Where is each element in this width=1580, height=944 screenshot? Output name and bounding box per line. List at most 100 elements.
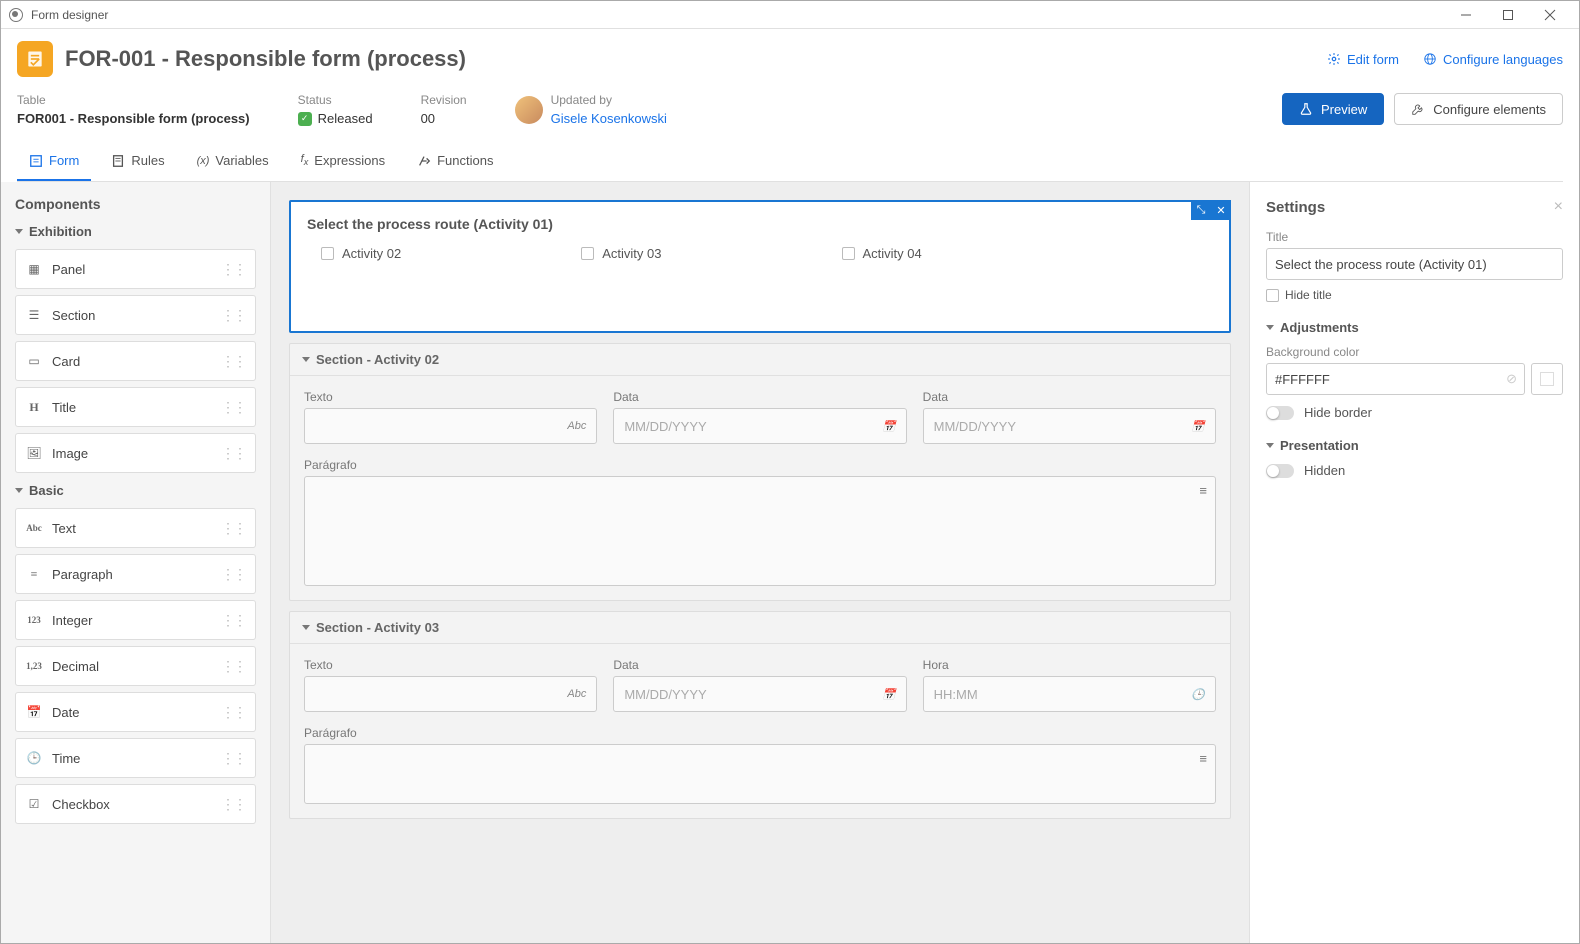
section-03-title: Section - Activity 03	[316, 620, 439, 635]
field-data-1[interactable]: Data MM/DD/YYYY📅	[613, 390, 906, 444]
header: FOR-001 - Responsible form (process) Edi…	[1, 29, 1579, 182]
expressions-icon: fx	[301, 153, 309, 167]
hidden-toggle[interactable]: Hidden	[1266, 463, 1563, 478]
checkbox-icon: ☑	[26, 797, 42, 812]
panel-delete-button[interactable]: ✕	[1211, 200, 1231, 220]
field-paragrafo[interactable]: Parágrafo ≡	[304, 458, 1216, 586]
component-title[interactable]: HTitle⋮⋮	[15, 387, 256, 427]
tab-expressions[interactable]: fx Expressions	[289, 142, 397, 181]
drag-handle-icon: ⋮⋮	[221, 658, 245, 675]
date-input[interactable]: MM/DD/YYYY📅	[923, 408, 1216, 444]
component-decimal[interactable]: 1,23Decimal⋮⋮	[15, 646, 256, 686]
field-data-3[interactable]: Data MM/DD/YYYY📅	[613, 658, 906, 712]
checkbox-activity-04[interactable]: Activity 04	[842, 246, 922, 261]
field-label: Data	[923, 390, 1216, 404]
settings-adjustments-head[interactable]: Adjustments	[1266, 320, 1563, 335]
minimize-button[interactable]	[1445, 1, 1487, 29]
field-data-2[interactable]: Data MM/DD/YYYY📅	[923, 390, 1216, 444]
component-checkbox[interactable]: ☑Checkbox⋮⋮	[15, 784, 256, 824]
field-label: Hora	[923, 658, 1216, 672]
checkbox-activity-03[interactable]: Activity 03	[581, 246, 661, 261]
component-card[interactable]: ▭Card⋮⋮	[15, 341, 256, 381]
field-texto[interactable]: Texto Abc	[304, 390, 597, 444]
component-paragraph[interactable]: ≡Paragraph⋮⋮	[15, 554, 256, 594]
component-section[interactable]: ☰Section⋮⋮	[15, 295, 256, 335]
meta-revision-value: 00	[421, 111, 467, 126]
functions-icon	[417, 154, 431, 168]
settings-title-label: Title	[1266, 230, 1563, 244]
preview-button[interactable]: Preview	[1282, 93, 1384, 125]
field-paragrafo-3[interactable]: Parágrafo ≡	[304, 726, 1216, 804]
text-icon: Abc	[26, 523, 42, 533]
meta-updated-value[interactable]: Gisele Kosenkowski	[551, 111, 667, 126]
component-text[interactable]: AbcText⋮⋮	[15, 508, 256, 548]
date-placeholder: MM/DD/YYYY	[934, 419, 1016, 434]
configure-languages-link[interactable]: Configure languages	[1423, 52, 1563, 67]
section-activity-02[interactable]: Section - Activity 02 Texto Abc Data MM/…	[289, 343, 1231, 601]
integer-icon: 123	[26, 615, 42, 625]
drag-handle-icon: ⋮⋮	[221, 261, 245, 278]
selected-panel[interactable]: ⤡ ✕ Select the process route (Activity 0…	[289, 200, 1231, 333]
gear-icon	[1327, 52, 1341, 66]
component-section-label: Section	[52, 308, 221, 323]
tab-functions[interactable]: Functions	[405, 142, 505, 181]
color-swatch-button[interactable]	[1531, 363, 1563, 395]
bgcolor-input[interactable]	[1266, 363, 1525, 395]
calendar-icon: 📅	[882, 420, 896, 433]
field-hora[interactable]: Hora HH:MM🕒	[923, 658, 1216, 712]
paragraph-input[interactable]: ≡	[304, 476, 1216, 586]
group-exhibition[interactable]: Exhibition	[15, 224, 256, 239]
titlebar: Form designer	[1, 1, 1579, 29]
group-basic[interactable]: Basic	[15, 483, 256, 498]
component-text-label: Text	[52, 521, 221, 536]
close-button[interactable]	[1529, 1, 1571, 29]
settings-title-input[interactable]	[1266, 248, 1563, 280]
components-title: Components	[15, 196, 256, 212]
text-input[interactable]: Abc	[304, 676, 597, 712]
meta-status: Status Released	[298, 93, 373, 126]
component-time[interactable]: 🕒Time⋮⋮	[15, 738, 256, 778]
settings-presentation-head[interactable]: Presentation	[1266, 438, 1563, 453]
hide-border-toggle[interactable]: Hide border	[1266, 405, 1563, 420]
edit-form-label: Edit form	[1347, 52, 1399, 67]
chevron-down-icon	[15, 229, 23, 234]
date-input[interactable]: MM/DD/YYYY📅	[613, 676, 906, 712]
field-texto-3[interactable]: Texto Abc	[304, 658, 597, 712]
component-panel[interactable]: ▦Panel⋮⋮	[15, 249, 256, 289]
clear-color-button[interactable]: ⊘	[1506, 371, 1517, 387]
meta-table: Table FOR001 - Responsible form (process…	[17, 93, 250, 126]
settings-close-button[interactable]: ×	[1554, 198, 1563, 216]
paragraph-input[interactable]: ≡	[304, 744, 1216, 804]
component-checkbox-label: Checkbox	[52, 797, 221, 812]
configure-elements-button[interactable]: Configure elements	[1394, 93, 1563, 125]
tab-variables[interactable]: (x) Variables	[185, 142, 281, 181]
component-date[interactable]: 📅Date⋮⋮	[15, 692, 256, 732]
component-integer[interactable]: 123Integer⋮⋮	[15, 600, 256, 640]
component-date-label: Date	[52, 705, 221, 720]
hide-title-checkbox[interactable]: Hide title	[1266, 288, 1563, 302]
section-activity-03[interactable]: Section - Activity 03 Texto Abc Data MM/…	[289, 611, 1231, 819]
form-icon	[29, 154, 43, 168]
panel-collapse-button[interactable]: ⤡	[1191, 200, 1211, 220]
edit-form-link[interactable]: Edit form	[1327, 52, 1399, 67]
window-title: Form designer	[31, 8, 108, 22]
meta-revision-label: Revision	[421, 93, 467, 107]
tab-expressions-label: Expressions	[314, 153, 385, 168]
component-time-label: Time	[52, 751, 221, 766]
tab-variables-label: Variables	[215, 153, 268, 168]
tab-form[interactable]: Form	[17, 142, 91, 181]
preview-label: Preview	[1321, 102, 1367, 117]
variables-icon: (x)	[197, 155, 210, 167]
component-image[interactable]: 🖼Image⋮⋮	[15, 433, 256, 473]
calendar-icon: 📅	[882, 688, 896, 701]
tab-rules[interactable]: Rules	[99, 142, 176, 181]
canvas[interactable]: ⤡ ✕ Select the process route (Activity 0…	[271, 182, 1249, 943]
component-image-label: Image	[52, 446, 221, 461]
date-input[interactable]: MM/DD/YYYY📅	[613, 408, 906, 444]
maximize-button[interactable]	[1487, 1, 1529, 29]
text-input[interactable]: Abc	[304, 408, 597, 444]
component-panel-label: Panel	[52, 262, 221, 277]
checkbox-activity-02[interactable]: Activity 02	[321, 246, 401, 261]
group-exhibition-label: Exhibition	[29, 224, 92, 239]
time-input[interactable]: HH:MM🕒	[923, 676, 1216, 712]
